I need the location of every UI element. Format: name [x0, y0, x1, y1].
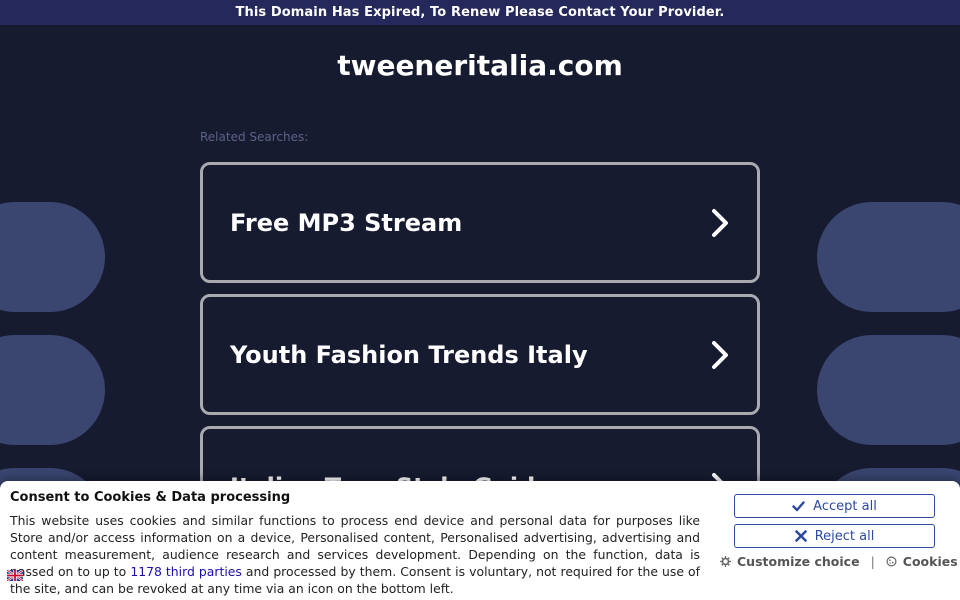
- reject-all-label: Reject all: [814, 528, 875, 544]
- consent-links: Customize choice | Cookies: [720, 554, 960, 569]
- decor-shape: [817, 335, 960, 445]
- third-parties-link[interactable]: 1178 third parties: [130, 564, 242, 579]
- cookie-consent-banner: Consent to Cookies & Data processing Thi…: [0, 481, 960, 600]
- related-search-label: Youth Fashion Trends Italy: [230, 340, 588, 369]
- uk-flag-icon[interactable]: [7, 570, 23, 581]
- reject-all-button[interactable]: Reject all: [734, 524, 935, 548]
- decor-shape: [0, 335, 105, 445]
- consent-title: Consent to Cookies & Data processing: [10, 490, 291, 505]
- related-search-label: Free MP3 Stream: [230, 208, 463, 237]
- link-separator: |: [870, 554, 875, 569]
- check-icon: [792, 500, 805, 511]
- related-searches-label: Related Searches:: [200, 130, 309, 144]
- related-search-link[interactable]: Free MP3 Stream: [200, 162, 760, 283]
- cookies-label: Cookies: [902, 554, 958, 569]
- gear-icon: [720, 556, 731, 567]
- chevron-right-icon: [712, 340, 728, 369]
- customize-choice-label: Customize choice: [737, 554, 860, 569]
- consent-description: This website uses cookies and similar fu…: [10, 512, 700, 597]
- cookie-icon: [886, 556, 897, 567]
- expired-banner: This Domain Has Expired, To Renew Please…: [0, 0, 960, 25]
- x-icon: [794, 530, 807, 542]
- domain-title: tweeneritalia.com: [337, 49, 623, 82]
- accept-all-button[interactable]: Accept all: [734, 494, 935, 518]
- cookies-link[interactable]: Cookies: [886, 554, 958, 569]
- decor-shape: [0, 202, 105, 312]
- page: This Domain Has Expired, To Renew Please…: [0, 0, 960, 600]
- decor-shape: [817, 202, 960, 312]
- accept-all-label: Accept all: [813, 498, 877, 514]
- chevron-right-icon: [712, 208, 728, 237]
- related-search-link[interactable]: Youth Fashion Trends Italy: [200, 294, 760, 415]
- customize-choice-link[interactable]: Customize choice: [720, 554, 860, 569]
